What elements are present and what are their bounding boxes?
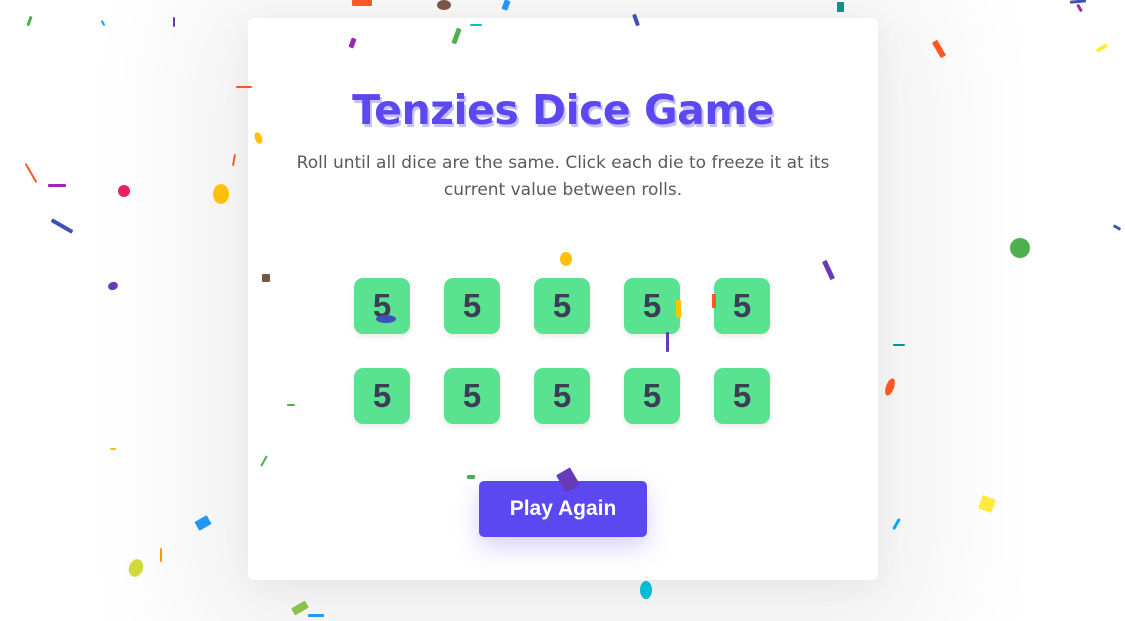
- confetti-piece: [470, 24, 482, 26]
- confetti-piece: [893, 344, 905, 346]
- confetti-piece: [560, 252, 572, 266]
- die-value: 5: [552, 377, 572, 414]
- confetti-piece: [213, 184, 229, 204]
- confetti-piece: [501, 0, 511, 11]
- die-value: 5: [732, 377, 752, 414]
- die-6[interactable]: 5: [354, 368, 410, 424]
- confetti-piece: [376, 315, 396, 323]
- die-value: 5: [462, 287, 482, 324]
- game-title: Tenzies Dice Game: [352, 86, 774, 134]
- confetti-piece: [1076, 3, 1083, 13]
- confetti-piece: [110, 448, 116, 450]
- die-value: 5: [732, 287, 752, 324]
- confetti-piece: [236, 86, 252, 88]
- confetti-piece: [291, 600, 309, 616]
- confetti-piece: [892, 518, 901, 530]
- confetti-piece: [931, 39, 947, 59]
- dice-grid: 5 5 5 5 5 5 5 5 5 5: [354, 278, 772, 426]
- confetti-piece: [1010, 238, 1030, 258]
- confetti-piece: [978, 495, 996, 513]
- die-value: 5: [552, 287, 572, 324]
- confetti-piece: [173, 17, 175, 27]
- confetti-piece: [231, 153, 237, 167]
- die-value: 5: [462, 377, 482, 414]
- confetti-piece: [666, 332, 669, 352]
- die-1[interactable]: 5: [354, 278, 410, 334]
- die-4[interactable]: 5: [624, 278, 680, 334]
- confetti-piece: [106, 280, 120, 292]
- die-10[interactable]: 5: [714, 368, 770, 424]
- die-9[interactable]: 5: [624, 368, 680, 424]
- confetti-piece: [712, 294, 716, 308]
- die-value: 5: [372, 377, 392, 414]
- confetti-piece: [1112, 224, 1122, 231]
- confetti-piece: [352, 0, 372, 6]
- die-7[interactable]: 5: [444, 368, 500, 424]
- confetti-piece: [48, 184, 66, 187]
- die-2[interactable]: 5: [444, 278, 500, 334]
- die-value: 5: [642, 377, 662, 414]
- confetti-piece: [100, 19, 106, 27]
- confetti-piece: [640, 581, 652, 599]
- confetti-piece: [118, 185, 130, 197]
- confetti-piece: [308, 614, 324, 617]
- confetti-piece: [160, 548, 162, 562]
- confetti-piece: [676, 300, 681, 318]
- confetti-piece: [287, 404, 295, 406]
- game-instructions: Roll until all dice are the same. Click …: [296, 153, 830, 200]
- die-8[interactable]: 5: [534, 368, 590, 424]
- confetti-piece: [837, 2, 844, 12]
- confetti-piece: [50, 218, 74, 234]
- confetti-piece: [126, 557, 146, 579]
- confetti-piece: [883, 377, 897, 397]
- die-5[interactable]: 5: [714, 278, 770, 334]
- confetti-piece: [1095, 43, 1109, 53]
- game-card: Tenzies Dice Game Roll until all dice ar…: [248, 18, 878, 580]
- play-again-button[interactable]: Play Again: [479, 481, 647, 537]
- die-value: 5: [642, 287, 662, 324]
- game-screen: Tenzies Dice Game Roll until all dice ar…: [0, 0, 1125, 621]
- confetti-piece: [194, 515, 212, 531]
- confetti-piece: [26, 15, 33, 27]
- confetti-piece: [437, 0, 451, 10]
- confetti-piece: [24, 162, 38, 184]
- confetti-piece: [262, 274, 270, 282]
- confetti-piece: [467, 475, 475, 479]
- die-3[interactable]: 5: [534, 278, 590, 334]
